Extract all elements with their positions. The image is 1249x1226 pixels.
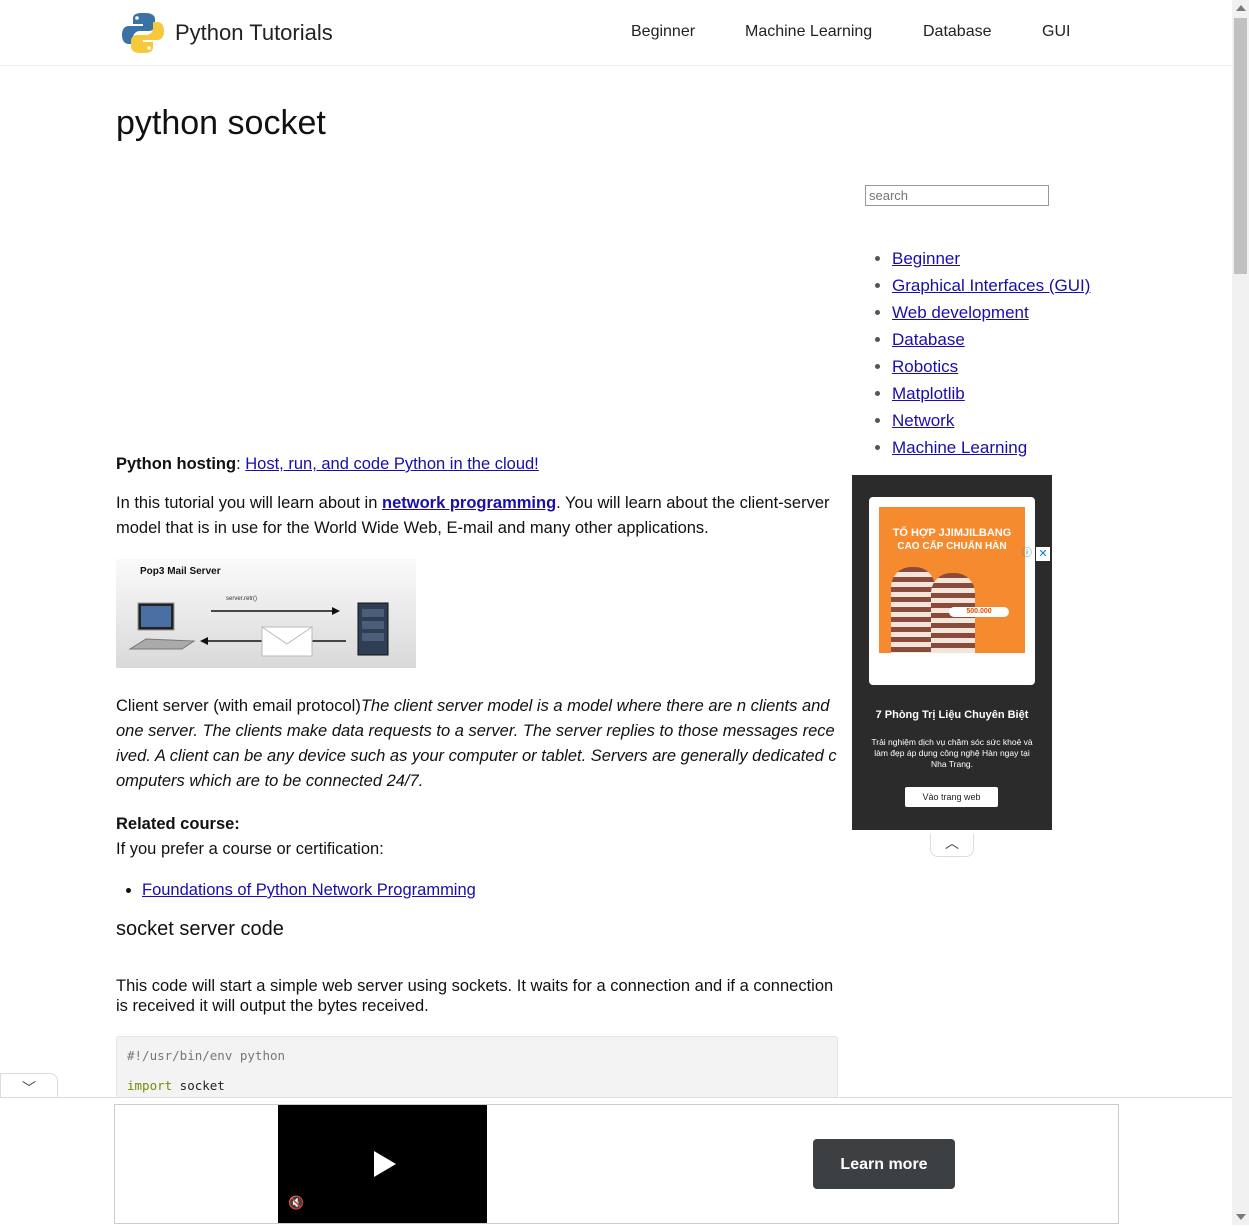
bottom-ad-frame[interactable]: 🔇 Learn more: [114, 1104, 1119, 1224]
intro-text-before: In this tutorial you will learn about in: [116, 494, 382, 512]
diagram-caption: Client server (with email protocol): [116, 697, 361, 715]
scrollbar-thumb[interactable]: [1234, 18, 1247, 274]
ad-card[interactable]: TỔ HỢP JJIMJILBANG CAO CẤP CHUẨN HÀN 500…: [869, 497, 1035, 685]
page-scrollbar[interactable]: [1232, 0, 1249, 1225]
course-list: Foundations of Python Network Programmin…: [116, 878, 838, 903]
nav-database[interactable]: Database: [923, 23, 992, 41]
sidebar-links: Beginner Graphical Interfaces (GUI) Web …: [866, 245, 1090, 461]
server-icon: [357, 602, 389, 656]
sidebar-item-machine-learning[interactable]: Machine Learning: [892, 438, 1027, 457]
diagram-arrow-label: server.retr(): [226, 596, 257, 602]
ad-body-text: Trải nghiệm dịch vụ chăm sóc sức khoẻ và…: [871, 737, 1033, 769]
list-item: Web development: [892, 299, 1090, 326]
scroll-down-arrow-icon[interactable]: [1236, 1214, 1246, 1220]
sidebar-item-robotics[interactable]: Robotics: [892, 357, 958, 376]
hosting-separator: :: [236, 455, 246, 473]
site-header: Python Tutorials Beginner Machine Learni…: [0, 0, 1232, 66]
ad-info-icon[interactable]: ⓘ: [1021, 548, 1033, 560]
play-icon[interactable]: [374, 1151, 396, 1177]
nav-beginner[interactable]: Beginner: [631, 23, 695, 41]
sidebar-item-beginner[interactable]: Beginner: [892, 249, 960, 268]
list-item: Machine Learning: [892, 434, 1090, 461]
related-course-text: If you prefer a course or certification:: [116, 840, 384, 858]
code-module: socket: [172, 1078, 225, 1093]
ad-poster-subtitle: CAO CẤP CHUẨN HÀN: [897, 541, 1007, 552]
section-heading: socket server code: [116, 918, 284, 940]
site-title[interactable]: Python Tutorials: [175, 20, 333, 46]
list-item: Beginner: [892, 245, 1090, 272]
code-line-import: import socket: [127, 1071, 827, 1097]
envelope-icon: [261, 626, 313, 657]
list-item: Database: [892, 326, 1090, 353]
diagram-title: Pop3 Mail Server: [140, 566, 221, 577]
ad-poster-title: TỔ HỢP JJIMJILBANG: [892, 527, 1012, 539]
code-intro-text: This code will start a simple web server…: [116, 977, 834, 1015]
code-line-shebang: #!/usr/bin/env python: [127, 1048, 286, 1063]
bottom-anchor-advertisement: 🔇 Learn more: [0, 1097, 1232, 1226]
list-item: Network: [892, 407, 1090, 434]
scroll-up-arrow-icon[interactable]: [1236, 5, 1246, 11]
mute-icon[interactable]: 🔇: [288, 1195, 304, 1211]
ad-model-image: [891, 567, 935, 653]
sidebar-item-web-development[interactable]: Web development: [892, 303, 1029, 322]
list-item: Robotics: [892, 353, 1090, 380]
list-item: Matplotlib: [892, 380, 1090, 407]
python-logo-icon[interactable]: [120, 10, 166, 56]
page-title: python socket: [116, 104, 326, 142]
sidebar-advertisement[interactable]: TỔ HỢP JJIMJILBANG CAO CẤP CHUẨN HÀN 500…: [852, 475, 1052, 830]
ad-close-icon[interactable]: ✕: [1036, 547, 1050, 561]
nav-machine-learning[interactable]: Machine Learning: [745, 23, 872, 41]
network-programming-link[interactable]: network programming: [382, 494, 556, 512]
nav-gui[interactable]: GUI: [1042, 23, 1070, 41]
course-link[interactable]: Foundations of Python Network Programmin…: [142, 881, 476, 899]
hosting-label: Python hosting: [116, 455, 237, 473]
sidebar-item-network[interactable]: Network: [892, 411, 954, 430]
client-server-paragraph: Client server (with email protocol)The c…: [116, 694, 838, 794]
ad-visit-button[interactable]: Vào trang web: [905, 787, 998, 807]
pop3-diagram-image: Pop3 Mail Server server.retr(): [116, 559, 416, 668]
sidebar-item-gui[interactable]: Graphical Interfaces (GUI): [892, 276, 1090, 295]
related-course-heading: Related course:: [116, 815, 240, 833]
hosting-link[interactable]: Host, run, and code Python in the cloud!: [245, 455, 539, 473]
list-item: Foundations of Python Network Programmin…: [142, 878, 838, 903]
sidebar-item-database[interactable]: Database: [892, 330, 965, 349]
ad-price-badge: 500.000: [949, 607, 1009, 617]
ad-poster-image[interactable]: TỔ HỢP JJIMJILBANG CAO CẤP CHUẨN HÀN 500…: [879, 507, 1025, 653]
ad-headline[interactable]: 7 Phòng Trị Liệu Chuyên Biệt: [852, 709, 1052, 721]
search-input[interactable]: [865, 185, 1049, 206]
hosting-line: Python hosting: Host, run, and code Pyth…: [116, 452, 838, 477]
code-block[interactable]: #!/usr/bin/env python import socket: [116, 1036, 838, 1098]
article-body: Python hosting: Host, run, and code Pyth…: [116, 452, 838, 1098]
learn-more-button[interactable]: Learn more: [813, 1139, 955, 1189]
code-keyword: import: [127, 1078, 173, 1093]
ad-video-player[interactable]: 🔇: [278, 1105, 487, 1223]
list-item: Graphical Interfaces (GUI): [892, 272, 1090, 299]
sidebar-item-matplotlib[interactable]: Matplotlib: [892, 384, 965, 403]
ad-collapse-chevron-up-icon[interactable]: ︿: [930, 834, 974, 857]
intro-paragraph: In this tutorial you will learn about in…: [116, 491, 838, 541]
